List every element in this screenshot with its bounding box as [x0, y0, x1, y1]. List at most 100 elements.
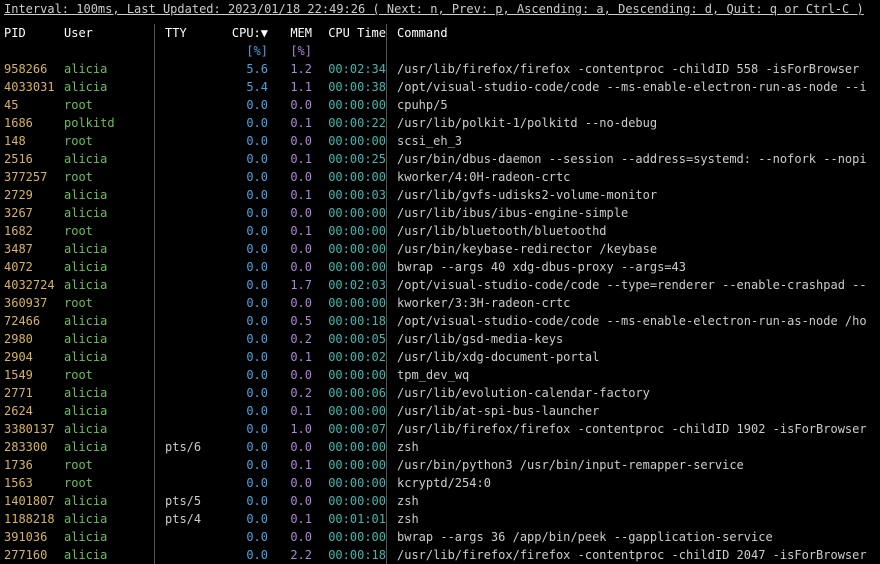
- cell-time: 00:00:18: [314, 312, 386, 330]
- cell-cmd: cpuhp/5: [386, 96, 876, 114]
- cell-time: 00:00:22: [314, 114, 386, 132]
- cell-pid[interactable]: 1188218: [4, 510, 64, 528]
- cell-cmd: /opt/visual-studio-code/code --ms-enable…: [386, 312, 876, 330]
- cell-pid[interactable]: 277160: [4, 546, 64, 564]
- cell-time: 00:00:00: [314, 438, 386, 456]
- cell-pid[interactable]: 391036: [4, 528, 64, 546]
- cell-user: alicia: [64, 402, 154, 420]
- cell-cpu: 0.0: [224, 132, 274, 150]
- cell-tty: [154, 474, 224, 492]
- cell-time: 00:00:00: [314, 96, 386, 114]
- cell-tty: [154, 294, 224, 312]
- cell-cpu: 0.0: [224, 294, 274, 312]
- cell-time: 00:00:18: [314, 546, 386, 564]
- cell-cpu: 0.0: [224, 276, 274, 294]
- cell-tty: [154, 546, 224, 564]
- cell-pid[interactable]: 2729: [4, 186, 64, 204]
- cell-cpu: 0.0: [224, 222, 274, 240]
- cell-cmd: /usr/lib/ibus/ibus-engine-simple: [386, 204, 876, 222]
- cell-cmd: /usr/lib/at-spi-bus-launcher: [386, 402, 876, 420]
- cell-pid[interactable]: 1549: [4, 366, 64, 384]
- cell-tty: [154, 366, 224, 384]
- cell-user: alicia: [64, 258, 154, 276]
- cell-pid[interactable]: 4032724: [4, 276, 64, 294]
- cell-pid[interactable]: 2980: [4, 330, 64, 348]
- cell-pid[interactable]: 1682: [4, 222, 64, 240]
- col-user[interactable]: User: [64, 24, 154, 42]
- cell-tty: [154, 348, 224, 366]
- cell-cmd: zsh: [386, 510, 876, 528]
- cell-mem: 0.0: [274, 366, 314, 384]
- cell-time: 00:00:03: [314, 186, 386, 204]
- cell-pid[interactable]: 3487: [4, 240, 64, 258]
- cell-time: 00:00:02: [314, 348, 386, 366]
- cell-pid[interactable]: 2904: [4, 348, 64, 366]
- cell-pid[interactable]: 1563: [4, 474, 64, 492]
- cell-cmd: zsh: [386, 492, 876, 510]
- cell-pid[interactable]: 377257: [4, 168, 64, 186]
- col-cpu[interactable]: CPU:▼: [224, 24, 274, 42]
- cell-cpu: 0.0: [224, 258, 274, 276]
- cell-cmd: /opt/visual-studio-code/code --type=rend…: [386, 276, 876, 294]
- cell-pid[interactable]: 1401807: [4, 492, 64, 510]
- cell-user: root: [64, 456, 154, 474]
- cell-pid[interactable]: 3380137: [4, 420, 64, 438]
- cell-user: alicia: [64, 348, 154, 366]
- cell-mem: 0.0: [274, 474, 314, 492]
- cell-cmd: scsi_eh_3: [386, 132, 876, 150]
- col-mem[interactable]: MEM: [274, 24, 314, 42]
- cell-pid[interactable]: 2624: [4, 402, 64, 420]
- cell-pid[interactable]: 4033031: [4, 78, 64, 96]
- cell-pid[interactable]: 958266: [4, 60, 64, 78]
- cell-pid[interactable]: 2771: [4, 384, 64, 402]
- cell-time: 00:00:00: [314, 222, 386, 240]
- cell-time: 00:00:38: [314, 78, 386, 96]
- cell-tty: [154, 186, 224, 204]
- cell-cpu: 0.0: [224, 528, 274, 546]
- cell-user: alicia: [64, 420, 154, 438]
- cell-mem: 1.7: [274, 276, 314, 294]
- cell-tty: [154, 150, 224, 168]
- cell-pid[interactable]: 1686: [4, 114, 64, 132]
- cell-mem: 0.0: [274, 492, 314, 510]
- cell-cpu: 0.0: [224, 366, 274, 384]
- cell-time: 00:00:00: [314, 456, 386, 474]
- cell-tty: [154, 384, 224, 402]
- cell-time: 00:00:00: [314, 168, 386, 186]
- cell-mem: 0.0: [274, 96, 314, 114]
- cell-pid[interactable]: 283300: [4, 438, 64, 456]
- cell-pid[interactable]: 360937: [4, 294, 64, 312]
- cell-tty: [154, 204, 224, 222]
- cell-mem: 0.2: [274, 330, 314, 348]
- cell-tty: pts/5: [154, 492, 224, 510]
- cell-cmd: /usr/lib/evolution-calendar-factory: [386, 384, 876, 402]
- col-cmd[interactable]: Command: [386, 24, 876, 42]
- cell-user: alicia: [64, 330, 154, 348]
- cell-pid[interactable]: 72466: [4, 312, 64, 330]
- col-time[interactable]: CPU Time: [314, 24, 386, 42]
- cell-time: 00:00:00: [314, 528, 386, 546]
- cell-tty: [154, 78, 224, 96]
- cell-user: alicia: [64, 186, 154, 204]
- cell-cpu: 0.0: [224, 312, 274, 330]
- cell-pid[interactable]: 148: [4, 132, 64, 150]
- cell-mem: 0.0: [274, 240, 314, 258]
- cell-mem: 0.1: [274, 348, 314, 366]
- cell-cmd: /usr/bin/keybase-redirector /keybase: [386, 240, 876, 258]
- cell-mem: 1.0: [274, 420, 314, 438]
- col-pid[interactable]: PID: [4, 24, 64, 42]
- cell-pid[interactable]: 45: [4, 96, 64, 114]
- cell-mem: 0.1: [274, 402, 314, 420]
- cell-tty: [154, 240, 224, 258]
- cell-mem: 0.0: [274, 204, 314, 222]
- cell-pid[interactable]: 1736: [4, 456, 64, 474]
- cell-user: alicia: [64, 546, 154, 564]
- cell-cmd: /usr/lib/bluetooth/bluetoothd: [386, 222, 876, 240]
- cell-cpu: 0.0: [224, 384, 274, 402]
- cell-cmd: bwrap --args 36 /app/bin/peek --gapplica…: [386, 528, 876, 546]
- cell-pid[interactable]: 3267: [4, 204, 64, 222]
- cell-pid[interactable]: 2516: [4, 150, 64, 168]
- cell-cpu: 0.0: [224, 510, 274, 528]
- col-tty[interactable]: TTY: [154, 24, 224, 42]
- cell-pid[interactable]: 4072: [4, 258, 64, 276]
